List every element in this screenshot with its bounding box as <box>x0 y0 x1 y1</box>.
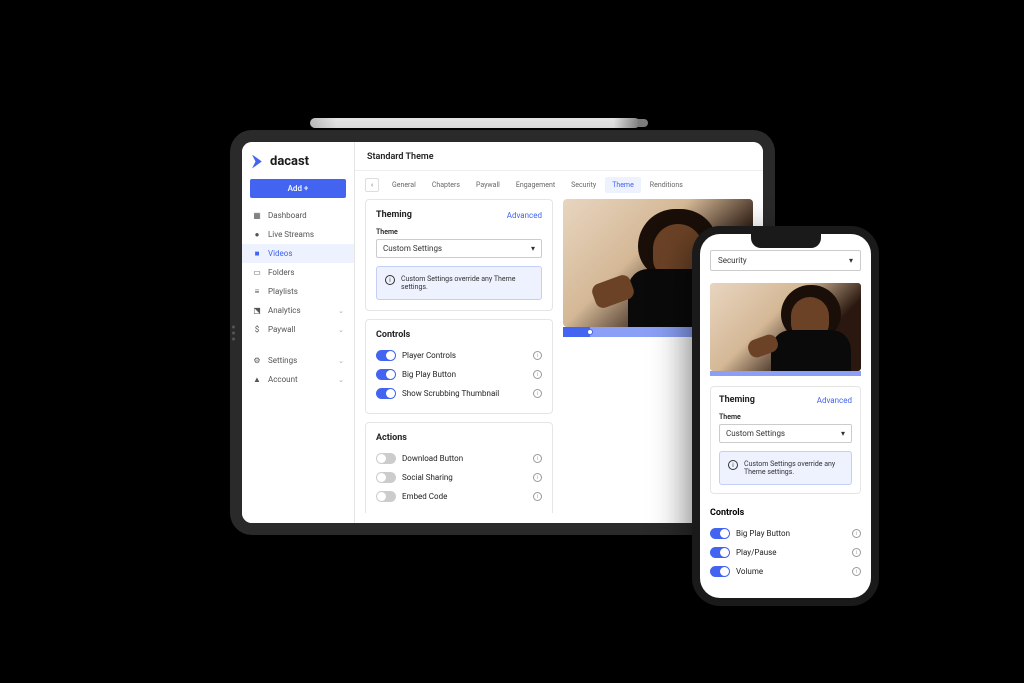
chevron-down-icon: ⌄ <box>338 326 344 334</box>
phone-toggle-big-play: Big Play Buttoni <box>710 524 861 543</box>
playlist-icon: ≡ <box>252 288 262 296</box>
add-button[interactable]: Add + <box>250 179 346 198</box>
toggle-switch[interactable] <box>376 453 396 464</box>
info-icon[interactable]: i <box>533 454 542 463</box>
phone-theming-panel: Theming Advanced Theme Custom Settings▾ i… <box>710 386 861 494</box>
theming-title: Theming <box>376 210 412 220</box>
actions-panel: Actions Download Buttoni Social Sharingi… <box>365 422 553 513</box>
phone-theme-label: Theme <box>719 413 852 421</box>
toggle-switch[interactable] <box>710 547 730 558</box>
analytics-icon: ⬔ <box>252 307 262 315</box>
tab-engagement[interactable]: Engagement <box>509 177 562 193</box>
dashboard-icon: ▦ <box>252 212 262 220</box>
toggle-switch[interactable] <box>710 566 730 577</box>
info-icon[interactable]: i <box>533 492 542 501</box>
actions-title: Actions <box>376 433 542 443</box>
controls-panel: Controls Player Controlsi Big Play Butto… <box>365 319 553 414</box>
toggle-switch[interactable] <box>376 369 396 380</box>
back-button[interactable]: ‹ <box>365 178 379 192</box>
info-icon[interactable]: i <box>533 351 542 360</box>
phone-theme-select[interactable]: Custom Settings▾ <box>719 424 852 443</box>
toggle-download: Download Buttoni <box>376 449 542 468</box>
toggle-social: Social Sharingi <box>376 468 542 487</box>
live-icon: ● <box>252 231 262 239</box>
paywall-icon: $ <box>252 326 262 334</box>
sidebar-item-livestreams[interactable]: ●Live Streams <box>242 225 354 244</box>
toggle-embed: Embed Codei <box>376 487 542 506</box>
info-box: i Custom Settings override any Theme set… <box>376 266 542 300</box>
info-icon[interactable]: i <box>533 473 542 482</box>
info-icon[interactable]: i <box>533 389 542 398</box>
phone-notch <box>751 234 821 248</box>
sidebar-item-videos[interactable]: ■Videos <box>242 244 354 263</box>
toggle-big-play: Big Play Buttoni <box>376 365 542 384</box>
folder-icon: ▭ <box>252 269 262 277</box>
info-icon[interactable]: i <box>533 370 542 379</box>
chevron-down-icon: ▾ <box>531 244 535 253</box>
user-icon: ▲ <box>252 376 262 384</box>
gear-icon: ⚙ <box>252 357 262 365</box>
brand-name: dacast <box>270 154 309 169</box>
brand-logo: dacast <box>242 142 354 179</box>
toggle-switch[interactable] <box>376 472 396 483</box>
chevron-down-icon: ▾ <box>841 429 845 438</box>
theme-select[interactable]: Custom Settings ▾ <box>376 239 542 258</box>
theming-panel: Theming Advanced Theme Custom Settings ▾… <box>365 199 553 311</box>
sidebar-item-playlists[interactable]: ≡Playlists <box>242 282 354 301</box>
toggle-switch[interactable] <box>376 350 396 361</box>
sidebar-item-settings[interactable]: ⚙Settings⌄ <box>242 351 354 370</box>
info-icon: i <box>728 460 738 470</box>
chevron-down-icon: ▾ <box>849 256 853 265</box>
info-icon[interactable]: i <box>852 548 861 557</box>
sidebar: dacast Add + ▦Dashboard ●Live Streams ■V… <box>242 142 355 523</box>
phone-info-box: iCustom Settings override any Theme sett… <box>719 451 852 485</box>
phone-tab-select[interactable]: Security▾ <box>710 250 861 271</box>
phone-toggle-play-pause: Play/Pausei <box>710 543 861 562</box>
sidebar-item-paywall[interactable]: $Paywall⌄ <box>242 320 354 339</box>
phone-device: Security▾ Theming Advanced Theme Custom S… <box>692 226 879 606</box>
chevron-down-icon: ⌄ <box>338 307 344 315</box>
phone-theming-title: Theming <box>719 395 755 405</box>
chevron-down-icon: ⌄ <box>338 376 344 384</box>
tab-security[interactable]: Security <box>564 177 603 193</box>
theme-field-label: Theme <box>376 228 542 236</box>
toggle-switch[interactable] <box>710 528 730 539</box>
controls-title: Controls <box>376 330 542 340</box>
phone-video-progress[interactable] <box>710 371 861 376</box>
toggle-scrubbing: Show Scrubbing Thumbnaili <box>376 384 542 403</box>
tab-general[interactable]: General <box>385 177 423 193</box>
tab-theme[interactable]: Theme <box>605 177 641 193</box>
tabs: ‹ General Chapters Paywall Engagement Se… <box>355 171 763 199</box>
info-icon[interactable]: i <box>852 567 861 576</box>
tab-paywall[interactable]: Paywall <box>469 177 507 193</box>
phone-video-preview[interactable] <box>710 283 861 371</box>
tab-chapters[interactable]: Chapters <box>425 177 467 193</box>
video-icon: ■ <box>252 250 262 258</box>
toggle-switch[interactable] <box>376 388 396 399</box>
chevron-down-icon: ⌄ <box>338 357 344 365</box>
sidebar-item-account[interactable]: ▲Account⌄ <box>242 370 354 389</box>
sidebar-item-folders[interactable]: ▭Folders <box>242 263 354 282</box>
info-icon[interactable]: i <box>852 529 861 538</box>
page-title: Standard Theme <box>355 142 763 171</box>
sidebar-item-dashboard[interactable]: ▦Dashboard <box>242 206 354 225</box>
phone-controls-panel: Controls Big Play Buttoni Play/Pausei Vo… <box>710 504 861 581</box>
phone-controls-title: Controls <box>710 508 861 518</box>
toggle-switch[interactable] <box>376 491 396 502</box>
phone-toggle-volume: Volumei <box>710 562 861 581</box>
toggle-player-controls: Player Controlsi <box>376 346 542 365</box>
advanced-link[interactable]: Advanced <box>507 211 542 220</box>
phone-advanced-link[interactable]: Advanced <box>817 396 852 405</box>
logo-icon <box>252 155 266 169</box>
info-icon: i <box>385 275 395 285</box>
tab-renditions[interactable]: Renditions <box>643 177 690 193</box>
tablet-home-indicator <box>232 325 235 340</box>
stylus-pen <box>310 118 640 128</box>
sidebar-item-analytics[interactable]: ⬔Analytics⌄ <box>242 301 354 320</box>
